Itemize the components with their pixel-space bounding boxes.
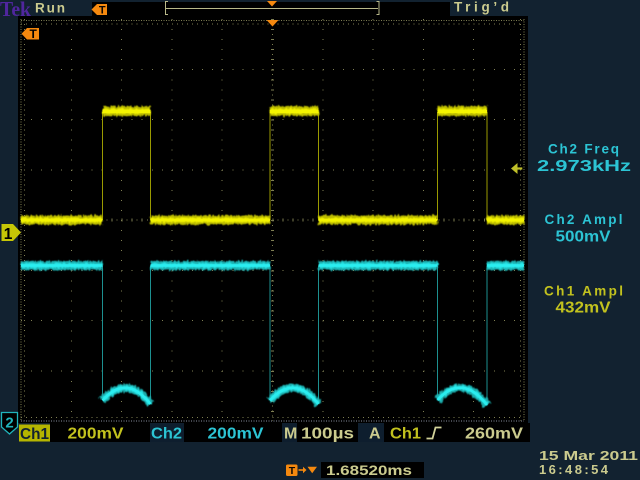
svg-text:Ch1: Ch1 xyxy=(390,426,421,443)
svg-text:2: 2 xyxy=(5,415,13,432)
svg-text:432mV: 432mV xyxy=(556,299,611,316)
svg-text:A: A xyxy=(369,426,381,443)
svg-text:15 Mar 2011: 15 Mar 2011 xyxy=(539,448,638,463)
svg-text:T: T xyxy=(99,5,106,17)
svg-text:500mV: 500mV xyxy=(556,228,611,245)
svg-text:Ch2 Freq: Ch2 Freq xyxy=(548,142,619,157)
svg-text:Tek: Tek xyxy=(0,0,31,21)
svg-text:Ch2 Ampl: Ch2 Ampl xyxy=(545,212,623,227)
svg-text:200mV: 200mV xyxy=(68,426,124,443)
svg-text:Ch2: Ch2 xyxy=(151,426,182,443)
svg-text:1: 1 xyxy=(4,226,13,243)
svg-text:1.68520ms: 1.68520ms xyxy=(326,463,412,478)
svg-text:16:48:54: 16:48:54 xyxy=(539,462,609,477)
svg-text:T: T xyxy=(30,27,38,41)
svg-text:M: M xyxy=(284,426,297,443)
svg-text:T: T xyxy=(289,465,296,477)
svg-text:100µs: 100µs xyxy=(301,426,354,443)
svg-text:Run: Run xyxy=(35,1,65,16)
svg-text:Trig’d: Trig’d xyxy=(454,0,509,15)
svg-text:260mV: 260mV xyxy=(465,426,523,443)
svg-text:Ch1 Ampl: Ch1 Ampl xyxy=(544,284,623,299)
svg-text:Ch1: Ch1 xyxy=(20,426,49,443)
svg-text:200mV: 200mV xyxy=(208,426,264,443)
svg-text:2.973kHz: 2.973kHz xyxy=(537,158,631,175)
